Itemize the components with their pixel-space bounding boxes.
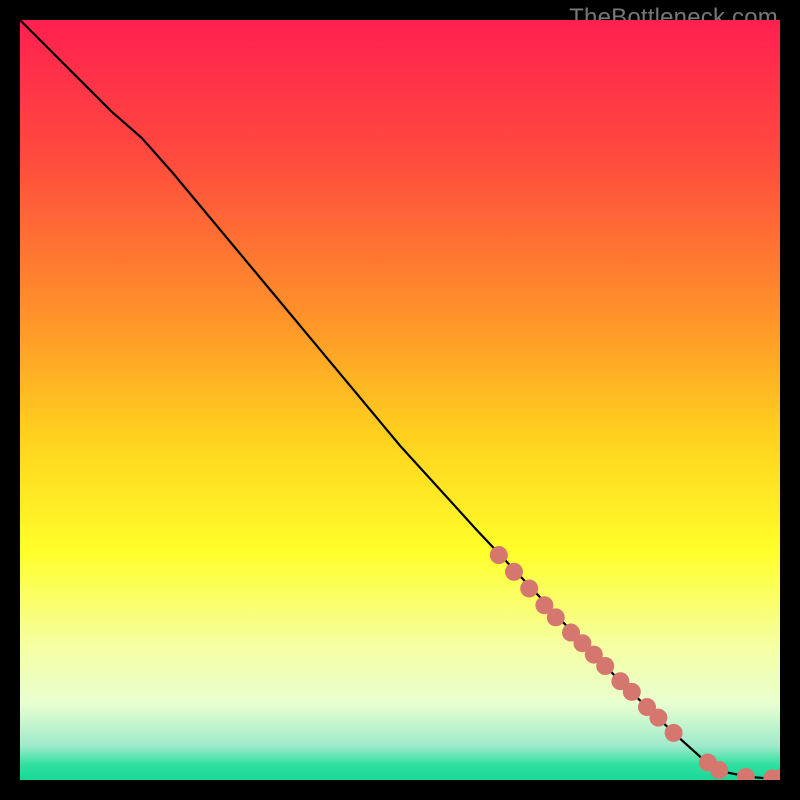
data-point bbox=[649, 709, 667, 727]
data-point bbox=[520, 579, 538, 597]
data-point bbox=[623, 683, 641, 701]
chart-plot bbox=[20, 20, 780, 780]
data-point bbox=[710, 761, 728, 779]
data-point bbox=[547, 608, 565, 626]
data-point bbox=[490, 546, 508, 564]
data-point bbox=[596, 657, 614, 675]
data-point bbox=[665, 724, 683, 742]
chart-stage: TheBottleneck.com bbox=[0, 0, 800, 800]
data-point bbox=[505, 563, 523, 581]
chart-background bbox=[20, 20, 780, 780]
